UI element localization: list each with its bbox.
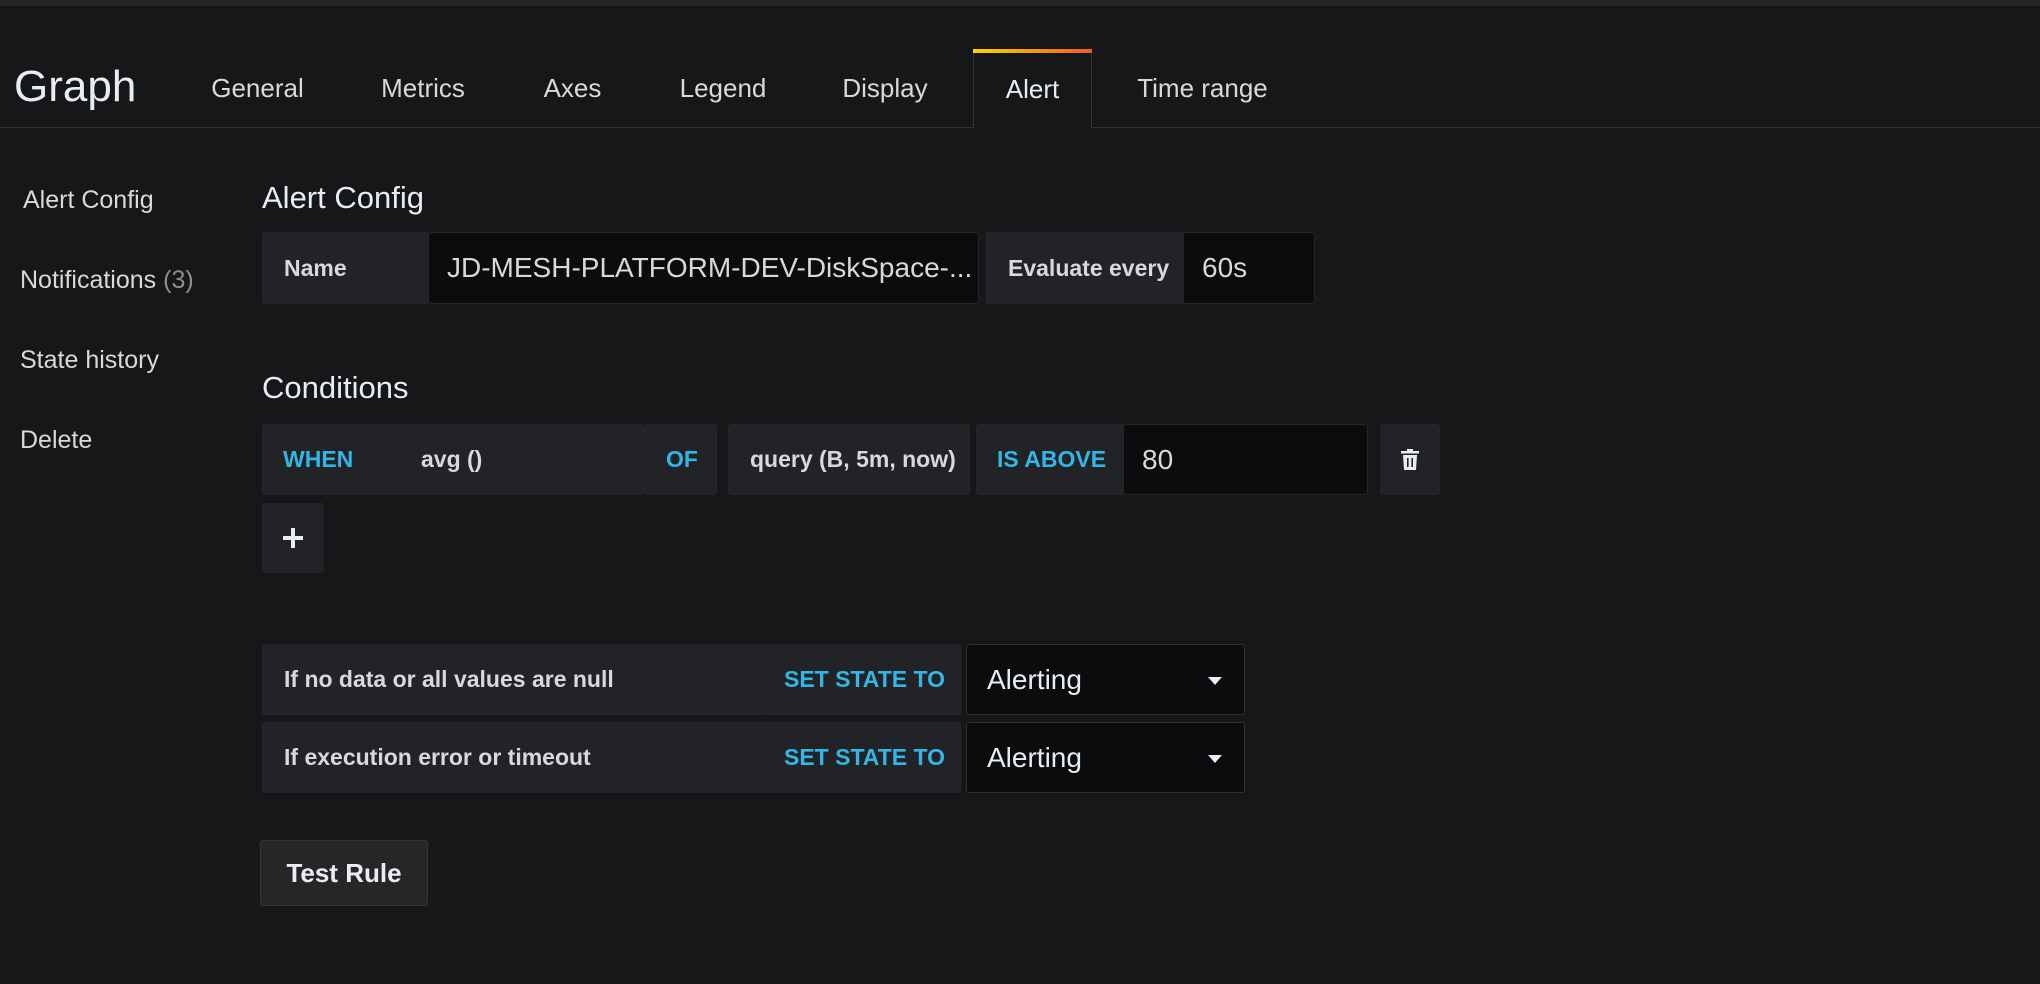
- tab-metrics[interactable]: Metrics: [368, 49, 478, 127]
- reducer-select[interactable]: avg (): [399, 424, 645, 495]
- delete-condition-button[interactable]: [1380, 424, 1440, 495]
- sidebar-item-label: Notifications: [20, 266, 157, 294]
- evaluator-select[interactable]: IS ABOVE: [976, 424, 1124, 495]
- add-condition-button[interactable]: [262, 503, 324, 573]
- exec-error-set-state-keyword: SET STATE TO: [763, 722, 961, 793]
- evaluate-every-input[interactable]: 60s: [1183, 232, 1315, 304]
- notification-count: (3): [163, 266, 194, 294]
- threshold-input[interactable]: 80: [1123, 424, 1368, 495]
- chevron-down-icon: [1208, 754, 1222, 763]
- tab-time-range[interactable]: Time range: [1130, 49, 1275, 127]
- tab-general[interactable]: General: [200, 49, 315, 127]
- exec-error-state-select[interactable]: Alerting: [966, 722, 1245, 793]
- chevron-down-icon: [1208, 676, 1222, 685]
- sidebar-item-alert-config[interactable]: Alert Config: [23, 186, 154, 215]
- when-keyword: WHEN: [262, 424, 400, 495]
- name-label: Name: [262, 232, 429, 304]
- no-data-label: If no data or all values are null: [262, 644, 764, 715]
- panel-title: Graph: [14, 62, 137, 111]
- tab-axes[interactable]: Axes: [530, 49, 615, 127]
- no-data-state-select[interactable]: Alerting: [966, 644, 1245, 715]
- tab-display[interactable]: Display: [832, 49, 938, 127]
- query-select[interactable]: query (B, 5m, now): [728, 424, 970, 495]
- exec-error-state-value: Alerting: [987, 741, 1082, 773]
- alert-config-title: Alert Config: [262, 180, 424, 215]
- of-keyword: OF: [645, 424, 717, 495]
- trash-icon: [1401, 449, 1419, 470]
- tab-alert[interactable]: Alert: [973, 49, 1092, 129]
- sidebar-item-notifications[interactable]: Notifications (3): [20, 266, 194, 295]
- plus-icon: [283, 528, 303, 548]
- tab-alert-label: Alert: [1005, 74, 1060, 104]
- conditions-title: Conditions: [262, 370, 409, 405]
- sidebar-item-state-history[interactable]: State history: [20, 346, 159, 375]
- top-strip: [0, 0, 2040, 6]
- tab-legend[interactable]: Legend: [668, 49, 778, 127]
- no-data-set-state-keyword: SET STATE TO: [763, 644, 961, 715]
- no-data-state-value: Alerting: [987, 663, 1082, 695]
- evaluate-every-label: Evaluate every: [986, 232, 1184, 304]
- sidebar-item-delete[interactable]: Delete: [20, 426, 92, 455]
- alert-name-input[interactable]: JD-MESH-PLATFORM-DEV-DiskSpace-...: [428, 232, 979, 304]
- exec-error-label: If execution error or timeout: [262, 722, 764, 793]
- test-rule-button[interactable]: Test Rule: [260, 840, 428, 906]
